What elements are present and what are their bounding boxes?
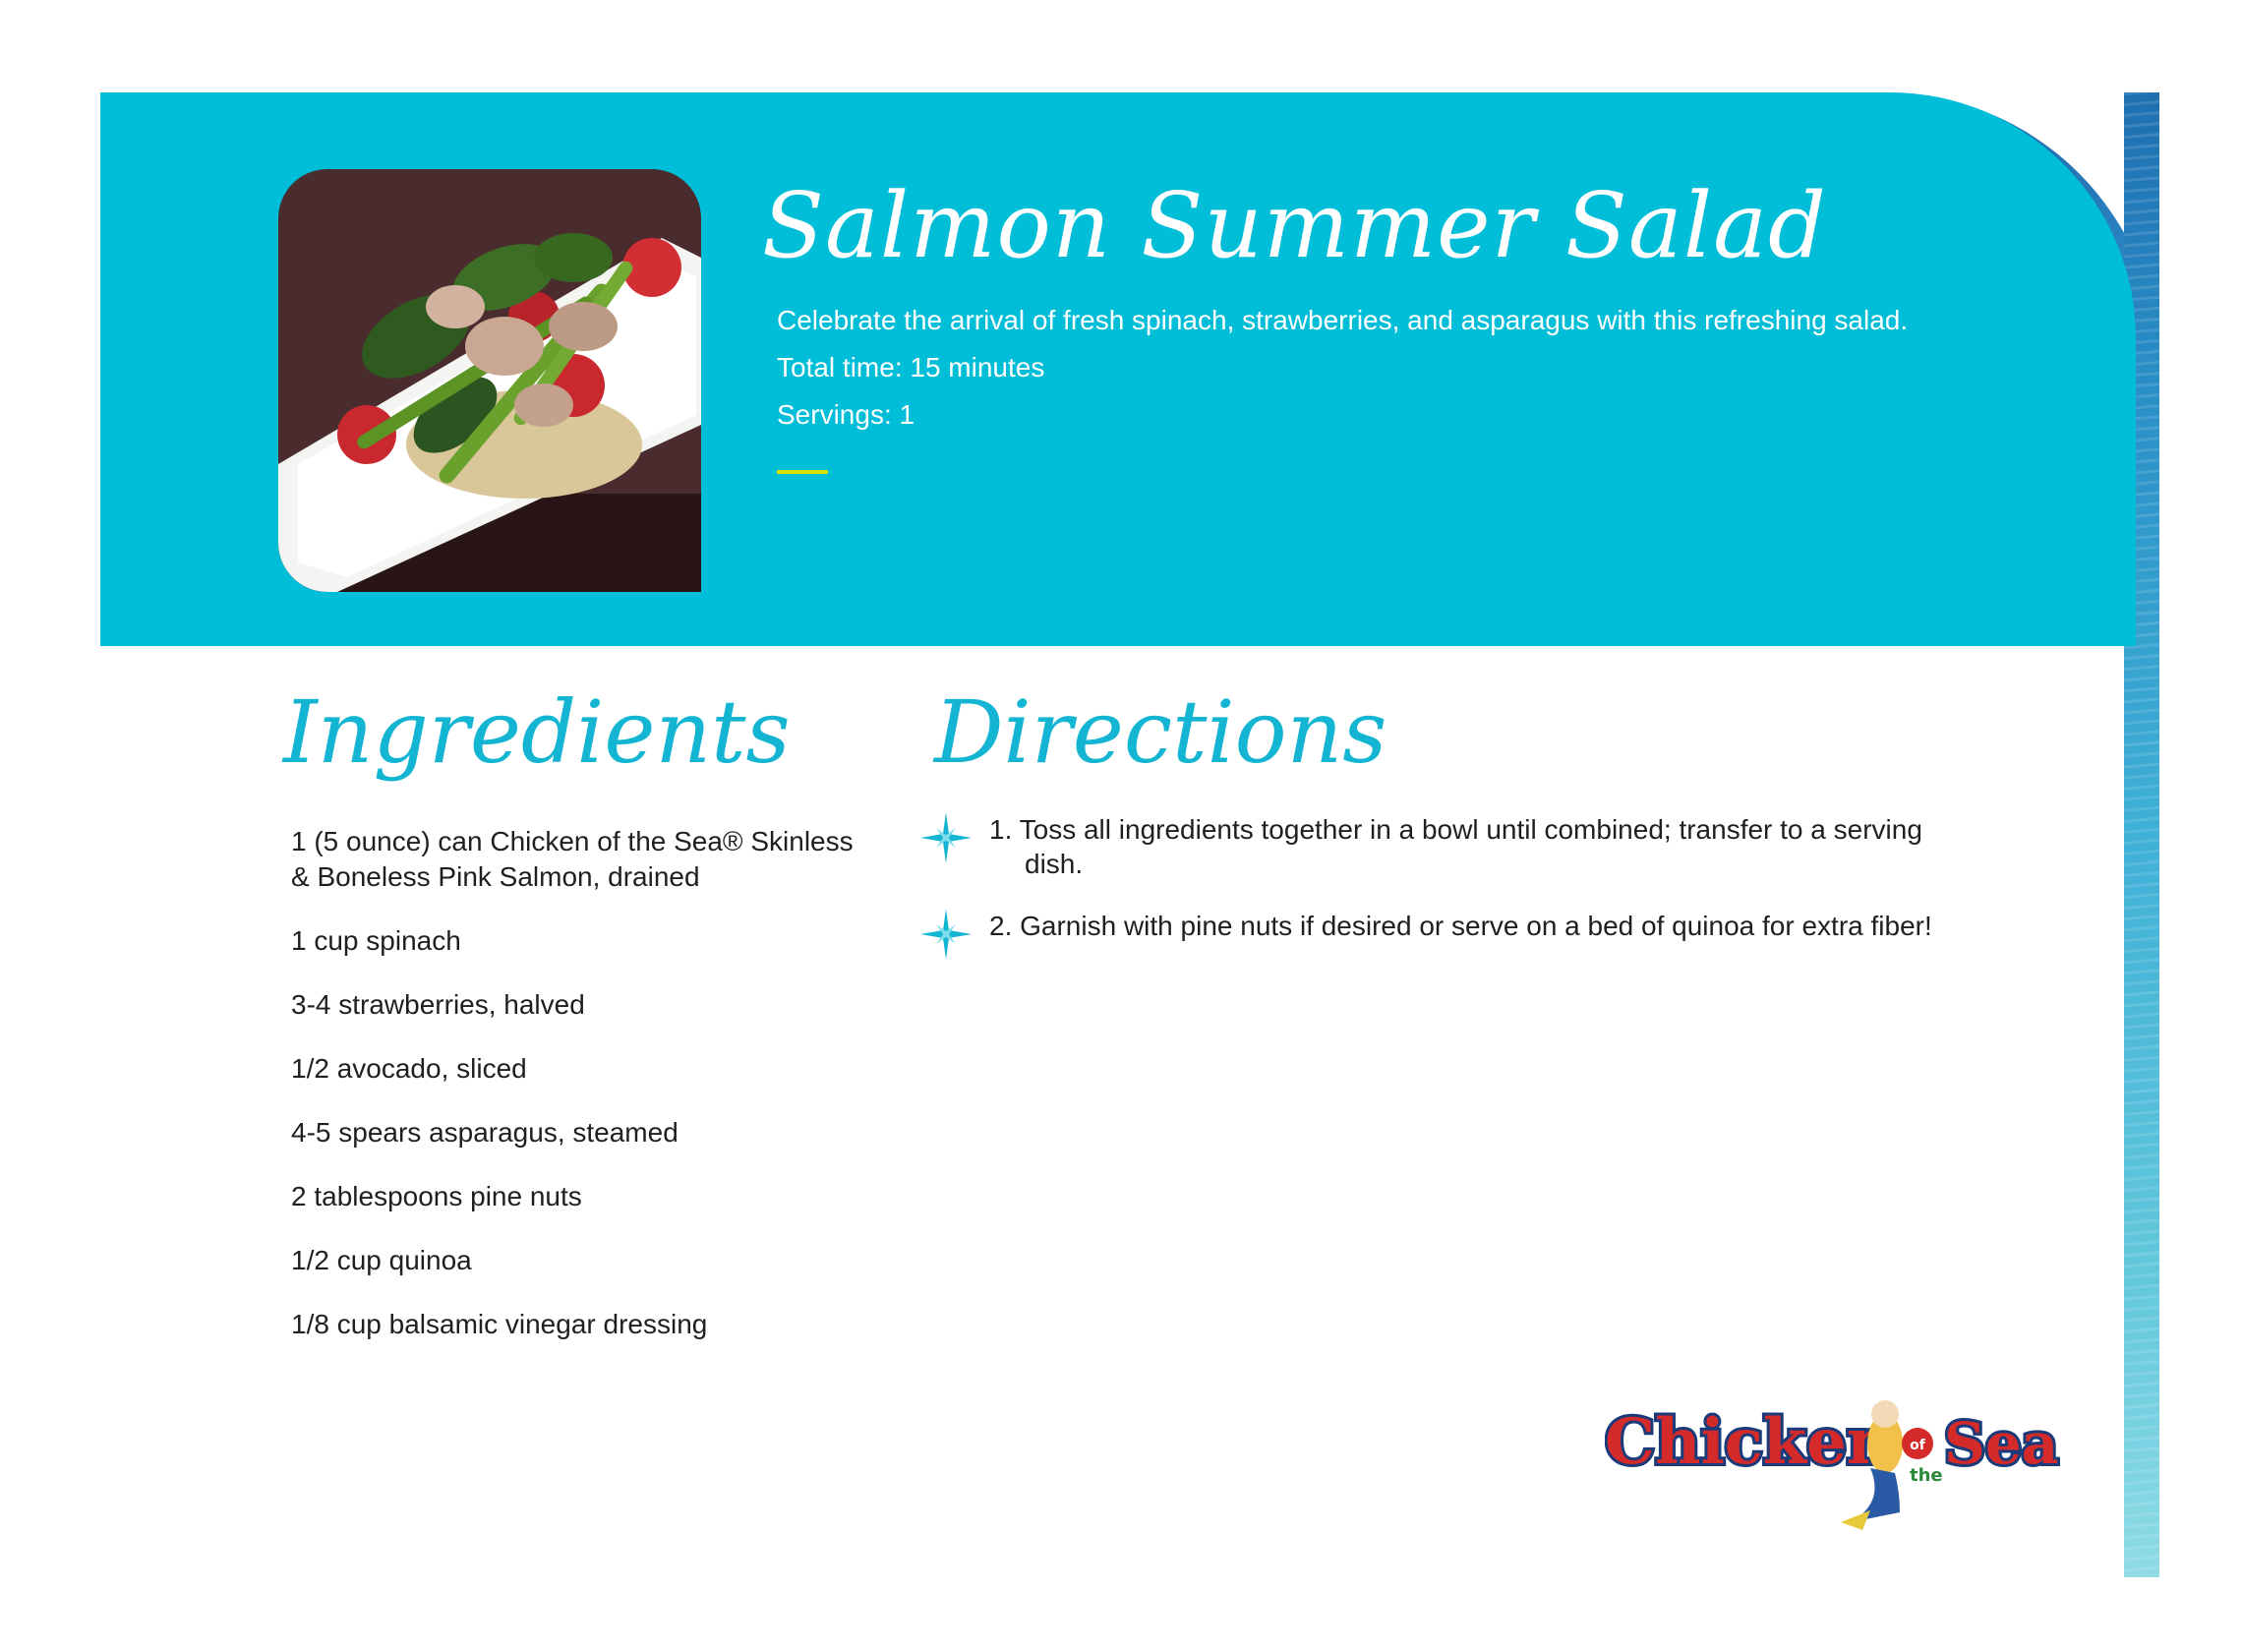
directions-list: 1. Toss all ingredients together in a bo… (920, 812, 1982, 971)
recipe-title: Salmon Summer Salad (762, 173, 1827, 278)
recipe-photo (278, 169, 701, 592)
servings: Servings: 1 (777, 399, 915, 430)
svg-text:of: of (1910, 1438, 1926, 1453)
ingredients-heading: Ingredients (283, 681, 791, 783)
sparkle-star-icon (920, 812, 972, 863)
svg-text:Chicken: Chicken (1605, 1405, 1892, 1479)
ingredient-item: 4-5 spears asparagus, steamed (291, 1117, 678, 1148)
svg-text:the: the (1910, 1465, 1943, 1486)
accent-divider (777, 470, 828, 474)
ingredients-list: 1 (5 ounce) can Chicken of the Sea® Skin… (291, 824, 861, 1371)
direction-step: 1. Toss all ingredients together in a bo… (920, 812, 1982, 881)
total-time: Total time: 15 minutes (777, 352, 1045, 383)
svg-text:Sea: Sea (1944, 1410, 2058, 1477)
recipe-description: Celebrate the arrival of fresh spinach, … (777, 305, 1909, 335)
ingredient-item: 1/8 cup balsamic vinegar dressing (291, 1309, 708, 1339)
ingredient-item: 2 tablespoons pine nuts (291, 1181, 582, 1211)
ingredient-item: 3-4 strawberries, halved (291, 989, 585, 1020)
sparkle-star-icon (920, 909, 972, 960)
ingredient-item: 1/2 avocado, sliced (291, 1053, 527, 1084)
ingredient-item: 1 cup spinach (291, 925, 461, 956)
directions-heading: Directions (934, 681, 1387, 783)
direction-step-text: 1. Toss all ingredients together in a bo… (989, 814, 1922, 879)
ingredient-item: 1/2 cup quinoa (291, 1245, 472, 1275)
direction-step-text: 2. Garnish with pine nuts if desired or … (989, 911, 1932, 941)
chicken-of-the-sea-logo: Chicken Chicken of the Sea Sea (1602, 1385, 2067, 1532)
direction-step: 2. Garnish with pine nuts if desired or … (920, 909, 1982, 960)
ingredient-item: 1 (5 ounce) can Chicken of the Sea® Skin… (291, 826, 854, 892)
